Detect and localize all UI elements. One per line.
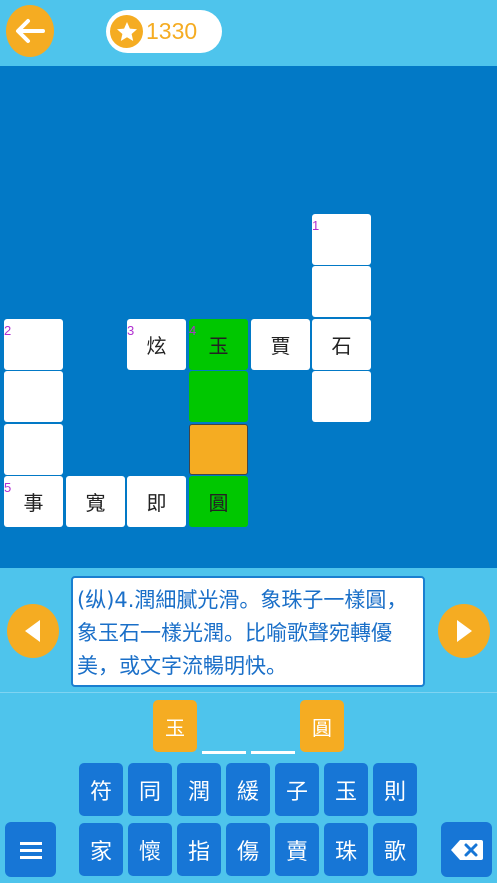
- backspace-icon: [450, 839, 483, 860]
- menu-button[interactable]: [5, 822, 56, 877]
- star-icon: [110, 15, 143, 48]
- answer-slot-letter: 玉: [153, 700, 197, 752]
- char-key[interactable]: 家: [79, 823, 123, 876]
- crossword-cell-current[interactable]: [189, 424, 248, 475]
- char-key[interactable]: 指: [177, 823, 221, 876]
- char-key[interactable]: 珠: [324, 823, 368, 876]
- score-display: 1330: [106, 10, 222, 53]
- char-key[interactable]: 賣: [275, 823, 319, 876]
- char-key[interactable]: 子: [275, 763, 319, 816]
- crossword-board: 炫 玉 賈 石 圓 事 寬 即 1 2 3 4 5: [0, 66, 497, 568]
- crossword-cell[interactable]: [4, 319, 63, 370]
- char-key[interactable]: 同: [128, 763, 172, 816]
- crossword-cell[interactable]: [312, 214, 371, 265]
- crossword-cell[interactable]: 寬: [66, 476, 125, 527]
- crossword-cell[interactable]: [4, 424, 63, 475]
- menu-icon: [19, 841, 42, 859]
- clue-number: 1: [312, 218, 320, 233]
- answer-slot-letter: 圓: [300, 700, 344, 752]
- crossword-cell-active[interactable]: 圓: [189, 476, 248, 527]
- score-value: 1330: [146, 18, 198, 44]
- clue-number: 2: [4, 323, 12, 338]
- char-key[interactable]: 符: [79, 763, 123, 816]
- answer-slot[interactable]: [202, 700, 246, 754]
- crossword-cell-active[interactable]: 玉: [189, 319, 248, 370]
- arrow-left-icon: [16, 19, 45, 43]
- answer-slot[interactable]: [251, 700, 295, 754]
- char-key[interactable]: 潤: [177, 763, 221, 816]
- clue-text: (纵)4.潤細膩光滑。象珠子一樣圓，象玉石一樣光潤。比喻歌聲宛轉優美，或文字流暢…: [71, 576, 425, 687]
- char-key[interactable]: 緩: [226, 763, 270, 816]
- clue-number: 3: [127, 323, 135, 338]
- answer-slot-underline: [202, 751, 246, 754]
- crossword-cell-active[interactable]: [189, 371, 248, 422]
- crossword-cell[interactable]: 事: [4, 476, 63, 527]
- next-clue-button[interactable]: [438, 604, 490, 658]
- char-key[interactable]: 傷: [226, 823, 270, 876]
- divider: [0, 692, 497, 693]
- answer-slot-underline: [251, 751, 295, 754]
- clue-number: 5: [4, 480, 12, 495]
- crossword-cell[interactable]: [312, 266, 371, 317]
- char-key[interactable]: 玉: [324, 763, 368, 816]
- crossword-cell[interactable]: 石: [312, 319, 371, 370]
- prev-clue-button[interactable]: [7, 604, 59, 658]
- back-button[interactable]: [6, 5, 54, 57]
- char-key[interactable]: 歌: [373, 823, 417, 876]
- answer-slot[interactable]: 玉: [153, 700, 197, 754]
- delete-button[interactable]: [441, 822, 492, 877]
- clue-number: 4: [189, 323, 197, 338]
- crossword-cell[interactable]: 賈: [251, 319, 310, 370]
- crossword-cell[interactable]: 即: [127, 476, 186, 527]
- char-key[interactable]: 則: [373, 763, 417, 816]
- answer-slot[interactable]: 圓: [300, 700, 344, 754]
- triangle-right-icon: [457, 620, 472, 642]
- char-key[interactable]: 懷: [128, 823, 172, 876]
- crossword-cell[interactable]: [312, 371, 371, 422]
- crossword-cell[interactable]: [4, 371, 63, 422]
- triangle-left-icon: [25, 620, 40, 642]
- header-bar: 1330: [0, 0, 497, 66]
- crossword-cell[interactable]: 炫: [127, 319, 186, 370]
